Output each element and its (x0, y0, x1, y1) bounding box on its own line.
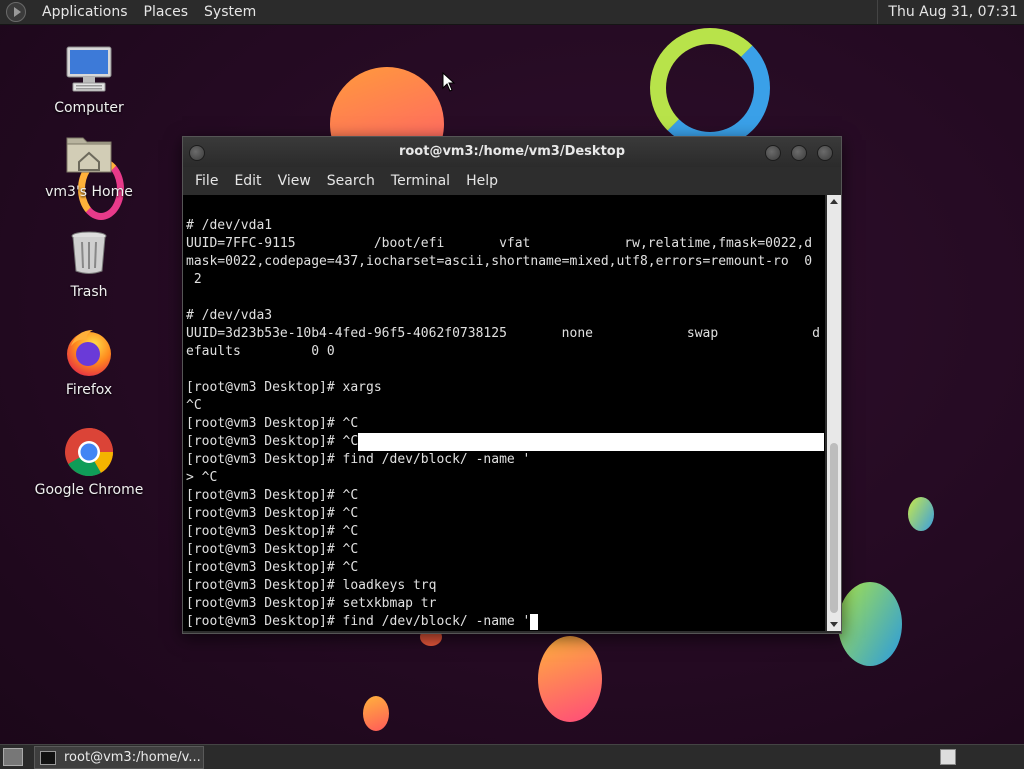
window-title: root@vm3:/home/vm3/Desktop (398, 144, 626, 159)
terminal-line: [root@vm3 Desktop]# ^C (186, 560, 359, 575)
workspace-switcher[interactable] (940, 749, 956, 765)
window-menu-button[interactable] (189, 145, 205, 161)
home-folder-icon (63, 128, 115, 180)
terminal-line: mask=0022,codepage=437,iocharset=ascii,s… (186, 254, 813, 269)
menu-view[interactable]: View (270, 167, 319, 195)
terminal-line: # /dev/vda1 (186, 218, 273, 233)
terminal-line: [root@vm3 Desktop]# ^C (186, 416, 359, 431)
terminal-line-text: [root@vm3 Desktop]# ^C (186, 434, 359, 449)
terminal-line-text: [root@vm3 Desktop]# find /dev/block/ -na… (186, 614, 531, 629)
bottom-panel: root@vm3:/home/v... (0, 744, 1024, 769)
distro-logo-icon[interactable] (6, 2, 26, 22)
wallpaper-small-green-circle (908, 497, 934, 531)
taskbar-terminal-button[interactable]: root@vm3:/home/v... (34, 746, 204, 769)
terminal-output[interactable]: # /dev/vda1 UUID=7FFC-9115 /boot/efi vfa… (183, 195, 825, 631)
wallpaper-orange-oval (538, 636, 602, 722)
scroll-down-arrow-icon[interactable] (827, 617, 841, 631)
menu-search[interactable]: Search (319, 167, 383, 195)
mouse-pointer-icon (442, 72, 456, 92)
terminal-line: # /dev/vda3 (186, 308, 273, 323)
desktop-icon-chrome[interactable]: Google Chrome (34, 426, 144, 498)
menu-applications[interactable]: Applications (34, 0, 136, 24)
computer-icon (63, 44, 115, 96)
minimize-button[interactable] (765, 145, 781, 161)
clock[interactable]: Thu Aug 31, 07:31 (877, 0, 1024, 24)
desktop-icon-home[interactable]: vm3's Home (34, 128, 144, 200)
terminal-line: > ^C (186, 470, 218, 485)
terminal-line: [root@vm3 Desktop]# setxkbmap tr (186, 596, 437, 611)
close-button[interactable] (817, 145, 833, 161)
terminal-line: [root@vm3 Desktop]# ^C (186, 524, 359, 539)
terminal-line: [root@vm3 Desktop]# ^C (186, 542, 359, 557)
text-cursor (530, 614, 539, 630)
desktop-icon-computer[interactable]: Computer (34, 44, 144, 116)
menu-system[interactable]: System (196, 0, 264, 24)
desktop-icon-label: Trash (70, 284, 108, 300)
taskbar-label: root@vm3:/home/v... (64, 750, 201, 765)
terminal-line: UUID=7FFC-9115 /boot/efi vfat rw,relatim… (186, 236, 813, 251)
terminal-line: [root@vm3 Desktop]# ^C (186, 488, 359, 503)
window-titlebar[interactable]: root@vm3:/home/vm3/Desktop (183, 137, 841, 167)
menu-places[interactable]: Places (136, 0, 197, 24)
desktop-icon-label: Computer (54, 100, 124, 116)
terminal-line: [root@vm3 Desktop]# ^C (186, 506, 359, 521)
maximize-button[interactable] (791, 145, 807, 161)
top-panel: Applications Places System Thu Aug 31, 0… (0, 0, 1024, 25)
terminal-menubar: File Edit View Search Terminal Help (183, 167, 841, 195)
menu-file[interactable]: File (187, 167, 226, 195)
terminal-line: UUID=3d23b53e-10b4-4fed-96f5-4062f073812… (186, 326, 820, 341)
terminal-icon (40, 750, 56, 765)
terminal-line: [root@vm3 Desktop]# xargs (186, 380, 382, 395)
trash-icon (63, 228, 115, 280)
terminal-window[interactable]: root@vm3:/home/vm3/Desktop File Edit Vie… (182, 136, 842, 634)
wallpaper-ring-large (650, 28, 770, 148)
scrollbar-thumb[interactable] (830, 443, 838, 613)
terminal-line: 2 (186, 272, 202, 287)
terminal-line: [root@vm3 Desktop]# loadkeys trq (186, 578, 437, 593)
desktop-icon-firefox[interactable]: Firefox (34, 326, 144, 398)
scroll-up-arrow-icon[interactable] (827, 195, 841, 209)
terminal-line: efaults 0 0 (186, 344, 335, 359)
menu-terminal[interactable]: Terminal (383, 167, 458, 195)
terminal-line: ^C (186, 398, 202, 413)
desktop-icon-trash[interactable]: Trash (34, 228, 144, 300)
menu-edit[interactable]: Edit (226, 167, 269, 195)
desktop-icon-label: Firefox (65, 382, 113, 398)
desktop-icon-label: Google Chrome (34, 482, 144, 498)
desktop-icon-label: vm3's Home (45, 184, 133, 200)
terminal-scrollbar[interactable] (827, 195, 841, 631)
wallpaper-small-orange-circle (363, 696, 389, 731)
terminal-line: [root@vm3 Desktop]# find /dev/block/ -na… (186, 452, 531, 467)
menu-help[interactable]: Help (458, 167, 506, 195)
terminal-prompt-line: [root@vm3 Desktop]# find /dev/block/ -na… (186, 613, 825, 631)
wallpaper-blue-circle (838, 582, 902, 666)
chrome-icon (63, 426, 115, 478)
terminal-line-selected: [root@vm3 Desktop]# ^C (186, 433, 825, 451)
text-selection-highlight (358, 433, 825, 451)
firefox-icon (63, 326, 115, 378)
show-desktop-icon[interactable] (3, 748, 23, 766)
